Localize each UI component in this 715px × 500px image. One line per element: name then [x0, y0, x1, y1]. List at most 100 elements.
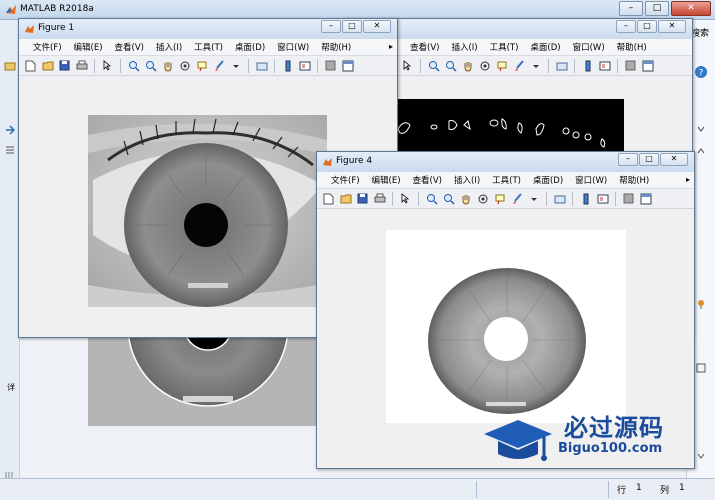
hide-tools-icon[interactable] — [623, 58, 638, 73]
matlab-logo-icon — [6, 5, 16, 14]
menu-view[interactable]: 查看(V) — [404, 41, 445, 53]
menu-view[interactable]: 查看(V) — [109, 41, 150, 53]
link-plot-icon[interactable] — [554, 58, 569, 73]
pin-icon[interactable] — [695, 298, 707, 310]
menu-tools[interactable]: 工具(T) — [484, 41, 525, 53]
print-icon[interactable] — [372, 191, 387, 206]
menu-window[interactable]: 窗口(W) — [567, 41, 611, 53]
zoom-out-icon[interactable] — [441, 191, 456, 206]
menu-window[interactable]: 窗口(W) — [271, 41, 315, 53]
colorbar-icon[interactable] — [280, 58, 295, 73]
save-icon[interactable] — [57, 58, 72, 73]
brush-dropdown-icon[interactable] — [228, 58, 243, 73]
close-button[interactable]: ✕ — [671, 1, 711, 16]
expand-panel-icon[interactable] — [695, 362, 707, 374]
iris-segmentation-image — [88, 336, 316, 426]
menu-help[interactable]: 帮助(H) — [613, 174, 655, 186]
select-arrow-icon[interactable] — [100, 58, 115, 73]
arrow-icon[interactable] — [4, 124, 16, 136]
figure-1-maximize-button[interactable]: □ — [342, 20, 362, 33]
list-icon[interactable] — [4, 144, 16, 156]
search-label[interactable]: 搜索 — [691, 26, 709, 39]
print-icon[interactable] — [74, 58, 89, 73]
zoom-in-icon[interactable] — [126, 58, 141, 73]
figure-4-title-bar[interactable]: Figure 4 – □ ✕ — [317, 152, 694, 172]
row-value: 1 — [636, 483, 642, 493]
pan-hand-icon[interactable] — [458, 191, 473, 206]
menu-help[interactable]: 帮助(H) — [611, 41, 653, 53]
hide-tools-icon[interactable] — [323, 58, 338, 73]
menu-insert[interactable]: 插入(I) — [445, 41, 483, 53]
menu-window[interactable]: 窗口(W) — [569, 174, 613, 186]
menu-file[interactable]: 文件(F) — [27, 41, 68, 53]
maximize-button[interactable]: □ — [645, 1, 669, 16]
figure-1-close-button[interactable]: ✕ — [363, 20, 391, 33]
menu-grip-icon[interactable]: ▸ — [389, 42, 393, 51]
figure-minimize-button[interactable]: – — [616, 20, 636, 33]
menu-edit[interactable]: 编辑(E) — [68, 41, 109, 53]
menu-desktop[interactable]: 桌面(D) — [524, 41, 566, 53]
zoom-out-icon[interactable] — [143, 58, 158, 73]
figure-4-close-button[interactable]: ✕ — [660, 153, 688, 166]
folder-icon[interactable] — [4, 60, 16, 72]
panel-options-icon[interactable] — [695, 450, 707, 462]
data-cursor-icon[interactable] — [194, 58, 209, 73]
menu-help[interactable]: 帮助(H) — [315, 41, 357, 53]
legend-icon[interactable] — [297, 58, 312, 73]
rotate-icon[interactable] — [477, 58, 492, 73]
menu-edit[interactable]: 编辑(E) — [366, 174, 407, 186]
figure-4-minimize-button[interactable]: – — [618, 153, 638, 166]
colorbar-icon[interactable] — [580, 58, 595, 73]
expand-icon[interactable] — [696, 146, 706, 156]
main-title-bar[interactable]: MATLAB R2018a – □ ✕ — [0, 0, 715, 20]
dock-figure-icon[interactable] — [640, 58, 655, 73]
figure-1-minimize-button[interactable]: – — [321, 20, 341, 33]
legend-icon[interactable] — [597, 58, 612, 73]
menu-grip-icon[interactable]: ▸ — [686, 175, 690, 184]
new-figure-icon[interactable] — [23, 58, 38, 73]
link-plot-icon[interactable] — [254, 58, 269, 73]
collapse-icon[interactable] — [696, 124, 706, 134]
brush-dropdown-icon[interactable] — [526, 191, 541, 206]
save-icon[interactable] — [355, 191, 370, 206]
legend-icon[interactable] — [595, 191, 610, 206]
brush-icon[interactable] — [509, 191, 524, 206]
brush-icon[interactable] — [211, 58, 226, 73]
left-side-strip: 详 — [0, 20, 20, 480]
menu-file[interactable]: 文件(F) — [325, 174, 366, 186]
open-file-icon[interactable] — [338, 191, 353, 206]
menu-tools[interactable]: 工具(T) — [486, 174, 527, 186]
zoom-out-icon[interactable] — [443, 58, 458, 73]
figure-4-maximize-button[interactable]: □ — [639, 153, 659, 166]
figure-close-button[interactable]: ✕ — [658, 20, 686, 33]
help-icon[interactable]: ? — [694, 65, 708, 79]
dock-figure-icon[interactable] — [340, 58, 355, 73]
new-figure-icon[interactable] — [321, 191, 336, 206]
colorbar-icon[interactable] — [578, 191, 593, 206]
data-cursor-icon[interactable] — [492, 191, 507, 206]
figure-1-title-bar[interactable]: Figure 1 – □ ✕ — [19, 19, 397, 39]
menu-tools[interactable]: 工具(T) — [188, 41, 229, 53]
data-cursor-icon[interactable] — [494, 58, 509, 73]
pan-hand-icon[interactable] — [460, 58, 475, 73]
figure-maximize-button[interactable]: □ — [637, 20, 657, 33]
zoom-in-icon[interactable] — [424, 191, 439, 206]
zoom-in-icon[interactable] — [426, 58, 441, 73]
pan-hand-icon[interactable] — [160, 58, 175, 73]
rotate-icon[interactable] — [475, 191, 490, 206]
brush-dropdown-icon[interactable] — [528, 58, 543, 73]
menu-view[interactable]: 查看(V) — [407, 174, 448, 186]
select-arrow-icon[interactable] — [400, 58, 415, 73]
open-file-icon[interactable] — [40, 58, 55, 73]
menu-insert[interactable]: 插入(I) — [150, 41, 188, 53]
dock-figure-icon[interactable] — [638, 191, 653, 206]
rotate-icon[interactable] — [177, 58, 192, 73]
brush-icon[interactable] — [511, 58, 526, 73]
menu-insert[interactable]: 插入(I) — [448, 174, 486, 186]
menu-desktop[interactable]: 桌面(D) — [229, 41, 271, 53]
menu-desktop[interactable]: 桌面(D) — [527, 174, 569, 186]
hide-tools-icon[interactable] — [621, 191, 636, 206]
minimize-button[interactable]: – — [619, 1, 643, 16]
link-plot-icon[interactable] — [552, 191, 567, 206]
select-arrow-icon[interactable] — [398, 191, 413, 206]
